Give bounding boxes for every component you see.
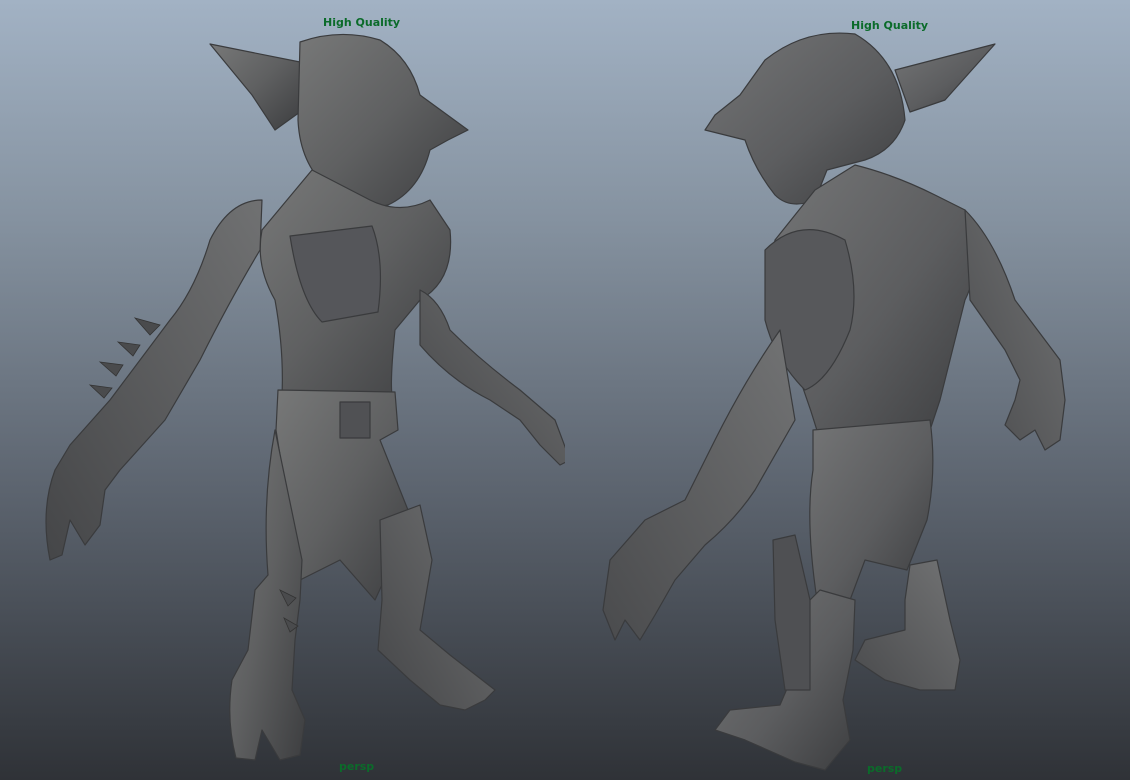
- goblin-model-back[interactable]: [565, 0, 1130, 780]
- quality-label: High Quality: [323, 16, 401, 29]
- viewport-persp-front[interactable]: High Quality persp: [0, 0, 565, 780]
- quality-label: High Quality: [851, 19, 929, 32]
- maya-viewports: High Quality persp High Quality persp: [0, 0, 1130, 780]
- camera-label: persp: [867, 762, 903, 775]
- camera-label: persp: [339, 760, 375, 773]
- goblin-model-front[interactable]: [0, 0, 565, 780]
- viewport-persp-back[interactable]: High Quality persp: [565, 0, 1130, 780]
